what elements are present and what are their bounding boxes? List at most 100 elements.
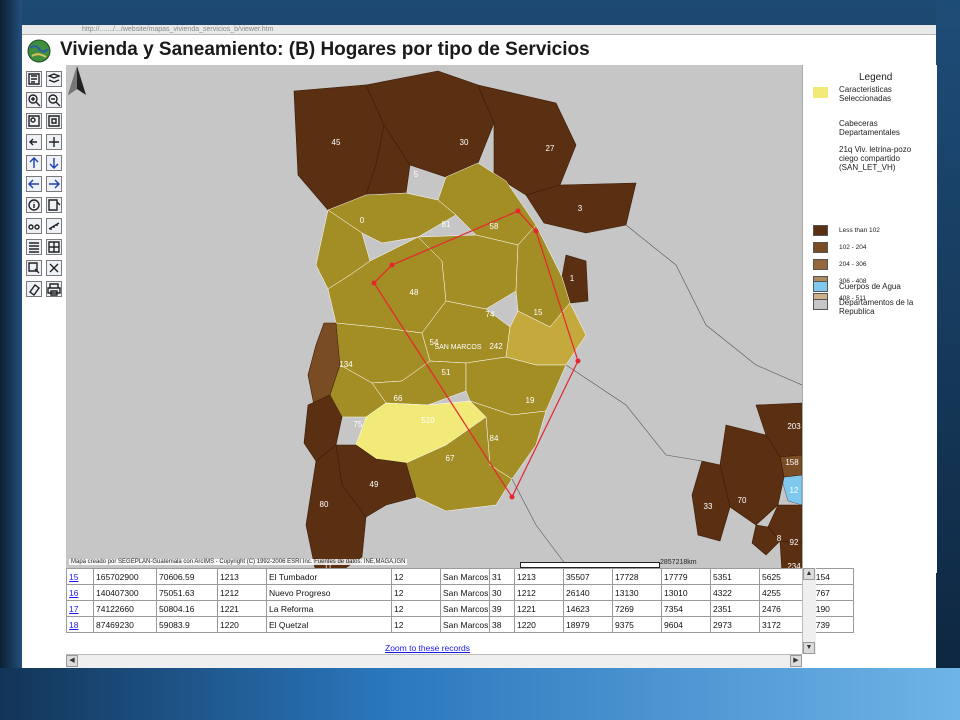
map-toolbar	[22, 65, 67, 573]
zoom-full-icon	[28, 115, 40, 127]
map-label: 67	[446, 454, 455, 463]
table-cell: 12	[391, 600, 441, 617]
map-label: 49	[370, 480, 379, 489]
title-bar: Vivienda y Saneamiento: (B) Hogares por …	[22, 35, 936, 65]
eraser-tool-button[interactable]	[26, 281, 42, 297]
zoom-to-records-link[interactable]: Zoom to these records	[385, 643, 470, 653]
pan-east-tool-button[interactable]	[46, 176, 62, 192]
map-canvas[interactable]: 45 30 27 5 3 0 81 58 1 48 74 15 134 54 242 51 66 19 510 75 8…	[66, 65, 802, 573]
toggle-legend-icon	[28, 73, 40, 85]
map-label: 81	[442, 220, 451, 229]
table-cell: 9604	[661, 616, 711, 633]
map-label: 158	[785, 458, 799, 467]
scroll-down-button[interactable]: ▼	[803, 642, 815, 654]
pan-north-tool-button[interactable]	[26, 155, 42, 171]
record-link[interactable]: 15	[66, 568, 94, 585]
pan-icon	[49, 137, 59, 147]
record-link[interactable]: 17	[66, 600, 94, 617]
query-tool-button[interactable]	[46, 197, 62, 213]
zoom-previous-tool-button[interactable]	[26, 134, 42, 150]
table-row: 15 165702900 70606.59 1213 El Tumbador 12 San …	[66, 568, 854, 585]
map-label: 8	[777, 534, 782, 543]
record-link[interactable]: 18	[66, 616, 94, 633]
legend-label-class: 204 - 306	[839, 261, 867, 268]
map-label: 0	[360, 216, 365, 225]
table-cell: 38	[489, 616, 515, 633]
legend-swatch-water	[813, 281, 828, 292]
zoom-full-tool-button[interactable]	[26, 113, 42, 129]
zoom-out-tool-button[interactable]	[46, 92, 62, 108]
browser-window: http://......./.../website/mapas_viviend…	[22, 25, 937, 668]
table-cell: 165702900	[93, 568, 157, 585]
attribute-table: 15 165702900 70606.59 1213 El Tumbador 12 San …	[66, 568, 854, 640]
select-by-shape-icon	[29, 242, 39, 253]
page-title: Vivienda y Saneamiento: (B) Hogares por …	[60, 39, 590, 60]
layers-tool-button[interactable]	[46, 71, 62, 87]
table-cell: 1220	[217, 616, 267, 633]
map-label: 70	[738, 496, 747, 505]
table-cell: 50804.16	[156, 600, 218, 617]
map-label: 51	[442, 368, 451, 377]
map-label: 1	[570, 274, 575, 283]
map-svg[interactable]: 45 3027530 81 5814874 1513454 2425166 19510758…	[66, 65, 802, 573]
table-row: 16 140407300 75051.63 1212 Nuevo Progreso 12 S…	[66, 584, 854, 601]
zoom-out-icon	[48, 94, 61, 107]
table-cell: 14623	[563, 600, 613, 617]
zoom-in-tool-button[interactable]	[26, 92, 42, 108]
scroll-left-button[interactable]: ◀	[66, 655, 78, 667]
map-label: 33	[704, 502, 713, 511]
table-cell: 1221	[514, 600, 564, 617]
table-cell: 59083.9	[156, 616, 218, 633]
department-border	[511, 478, 567, 566]
print-tool-button[interactable]	[46, 281, 62, 297]
map-label: 84	[490, 434, 499, 443]
identify-tool-button[interactable]	[26, 197, 42, 213]
table-cell: 18979	[563, 616, 613, 633]
scroll-right-button[interactable]: ▶	[790, 655, 802, 667]
table-vertical-scrollbar[interactable]: ▲ ▼	[802, 568, 816, 654]
measure-tool-button[interactable]	[46, 218, 62, 234]
map-label: 45	[332, 138, 341, 147]
table-cell: San Marcos	[440, 568, 490, 585]
table-cell: La Reforma	[266, 600, 392, 617]
table-cell: 31	[489, 568, 515, 585]
clear-selection-tool-button[interactable]	[46, 260, 62, 276]
zoom-previous-icon	[29, 138, 37, 146]
select-by-shape-tool-button[interactable]	[26, 239, 42, 255]
find-tool-button[interactable]	[26, 218, 42, 234]
table-cell: San Marcos	[440, 600, 490, 617]
slide-left-band	[0, 0, 22, 720]
table-cell: 12	[391, 584, 441, 601]
globe-logo-icon	[27, 39, 51, 63]
toggle-legend-tool-button[interactable]	[26, 71, 42, 87]
find-icon	[28, 224, 40, 230]
table-horizontal-scrollbar[interactable]: ◀ ▶	[66, 654, 802, 668]
address-bar[interactable]: http://......./.../website/mapas_viviend…	[22, 25, 936, 35]
map-label: 92	[790, 538, 799, 547]
zoom-active-tool-button[interactable]	[46, 113, 62, 129]
record-link[interactable]: 16	[66, 584, 94, 601]
map-label: 203	[787, 422, 801, 431]
zoom-active-icon	[48, 115, 60, 127]
buffer-tool-button[interactable]	[46, 239, 62, 255]
pan-tool-button[interactable]	[46, 134, 62, 150]
map-label: 58	[490, 222, 499, 231]
legend-label-selected: Caracteristicas Seleccionadas	[839, 85, 892, 103]
table-cell: 30	[489, 584, 515, 601]
legend-label-water: Cuerpos de Agua	[839, 282, 901, 291]
table-cell: 13010	[661, 584, 711, 601]
pan-west-tool-button[interactable]	[26, 176, 42, 192]
table-cell: 1212	[217, 584, 267, 601]
scroll-up-button[interactable]: ▲	[803, 568, 815, 580]
table-cell: 7354	[661, 600, 711, 617]
pan-south-tool-button[interactable]	[46, 155, 62, 171]
select-by-rectangle-tool-button[interactable]	[26, 260, 42, 276]
table-cell: 70606.59	[156, 568, 218, 585]
pan-south-icon	[49, 158, 59, 169]
table-cell: 4322	[710, 584, 760, 601]
map-label: 48	[410, 288, 419, 297]
buffer-icon	[48, 241, 60, 253]
table-cell: 2351	[710, 600, 760, 617]
department-border	[565, 364, 703, 462]
table-cell: 7269	[612, 600, 662, 617]
